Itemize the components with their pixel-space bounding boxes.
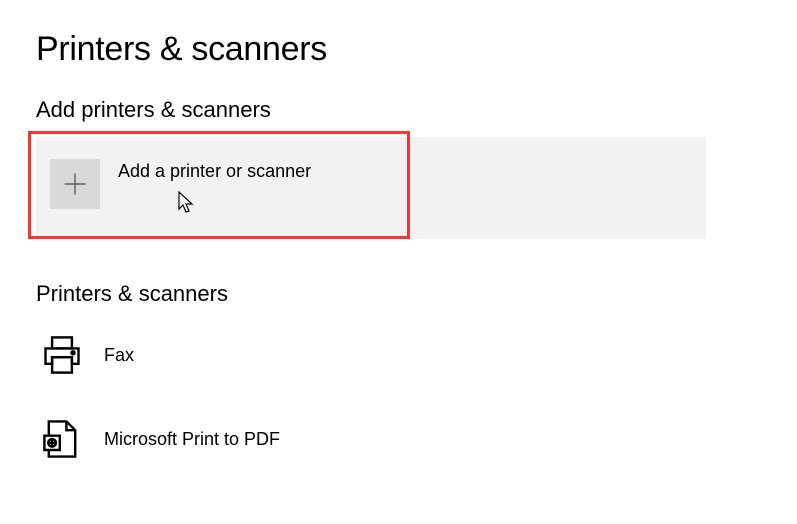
printer-item-label: Microsoft Print to PDF: [104, 429, 280, 450]
printers-list-title: Printers & scanners: [36, 281, 761, 307]
printer-item-fax[interactable]: Fax: [36, 325, 761, 387]
printer-item-label: Fax: [104, 345, 134, 366]
plus-icon: [50, 159, 100, 209]
printer-icon: [40, 333, 84, 377]
page-title: Printers & scanners: [36, 30, 761, 69]
cursor-icon: [178, 191, 198, 217]
printer-pdf-icon: [40, 417, 84, 461]
add-printer-label: Add a printer or scanner: [118, 161, 311, 182]
add-section-title: Add printers & scanners: [36, 97, 761, 123]
add-printer-button[interactable]: Add a printer or scanner: [36, 137, 706, 239]
printer-item-pdf[interactable]: Microsoft Print to PDF: [36, 409, 761, 471]
